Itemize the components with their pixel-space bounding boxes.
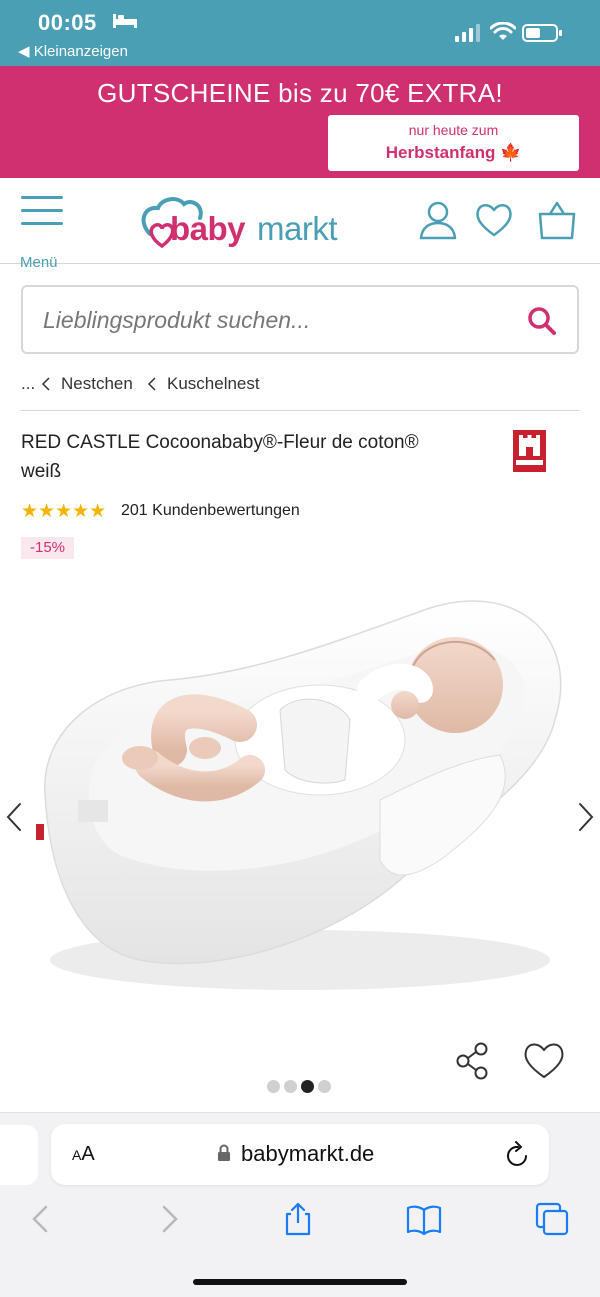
breadcrumb-item-nestchen[interactable]: Nestchen (61, 374, 133, 394)
search-input[interactable] (43, 301, 513, 339)
logo-text-baby: baby (170, 210, 246, 247)
review-count: 201 Kundenbewertungen (121, 502, 300, 519)
search-icon[interactable] (527, 306, 557, 336)
breadcrumb-ellipsis[interactable]: ... (21, 374, 35, 394)
lock-icon (218, 1144, 230, 1161)
menu-button[interactable]: Menü (20, 196, 66, 271)
product-title: RED CASTLE Cocoonababy®-Fleur de coton® … (21, 432, 419, 482)
browser-toolbar: AA babymarkt.de (0, 1112, 600, 1297)
previous-tab-preview[interactable] (0, 1125, 38, 1185)
breadcrumb-item-kuschelnest[interactable]: Kuschelnest (167, 374, 260, 394)
divider (21, 410, 579, 411)
babymarkt-logo[interactable]: baby markt (140, 192, 350, 252)
site-header: Menü baby markt (0, 178, 600, 271)
hamburger-icon (21, 196, 63, 199)
wifi-icon (490, 22, 516, 40)
promo-cta-box[interactable]: nur heute zum Herbstanfang 🍁 (328, 115, 579, 171)
tabs-icon[interactable] (534, 1201, 570, 1237)
carousel-dot[interactable] (318, 1080, 331, 1093)
brand-logo[interactable] (513, 430, 546, 472)
image-carousel-dots (267, 1080, 337, 1094)
carousel-dot-active[interactable] (301, 1080, 314, 1093)
url-text: babymarkt.de (241, 1141, 375, 1166)
product-image[interactable] (0, 580, 600, 1030)
promo-headline: GUTSCHEINE bis zu 70€ EXTRA! (97, 78, 503, 108)
menu-label: Menü (20, 254, 58, 271)
discount-badge: -15% (21, 537, 74, 559)
chevron-left-icon (147, 377, 156, 391)
carousel-dot[interactable] (284, 1080, 297, 1093)
castle-icon (516, 435, 543, 465)
image-next-arrow-icon[interactable] (576, 800, 596, 834)
chevron-left-icon (41, 377, 50, 391)
status-bar: 00:05 ◀ Kleinanzeigen (0, 0, 600, 66)
promo-cta-line1: nur heute zum (408, 122, 499, 138)
battery-icon (522, 24, 562, 42)
breadcrumb: ... Nestchen Kuschelnest (21, 374, 581, 396)
reload-icon[interactable] (505, 1140, 531, 1168)
logo-text-markt: markt (257, 210, 338, 247)
bed-icon (113, 14, 137, 28)
image-prev-arrow-icon[interactable] (4, 800, 24, 834)
wishlist-heart-icon[interactable] (474, 200, 514, 240)
clock: 00:05 (38, 10, 97, 35)
share-icon[interactable] (455, 1042, 491, 1080)
promo-cta-line2: Herbstanfang 🍁 (385, 143, 522, 162)
cellular-signal-icon (455, 24, 480, 42)
bookmarks-icon[interactable] (406, 1201, 442, 1237)
cart-bag-icon[interactable] (537, 200, 577, 240)
home-indicator (193, 1279, 407, 1285)
reader-settings-button[interactable]: AA (72, 1143, 95, 1166)
back-to-app-link[interactable]: ◀ Kleinanzeigen (18, 42, 128, 60)
add-to-wishlist-heart-icon[interactable] (522, 1040, 566, 1080)
back-icon[interactable] (22, 1201, 58, 1237)
rating-stars: ★★★★★ (21, 501, 107, 522)
account-icon[interactable] (418, 200, 458, 240)
forward-icon[interactable] (152, 1201, 188, 1237)
carousel-dot[interactable] (267, 1080, 280, 1093)
address-bar[interactable]: AA babymarkt.de (51, 1124, 549, 1185)
share-sheet-icon[interactable] (280, 1201, 316, 1237)
search-bar (21, 285, 579, 354)
promo-banner[interactable]: GUTSCHEINE bis zu 70€ EXTRA! nur heute z… (0, 66, 600, 178)
